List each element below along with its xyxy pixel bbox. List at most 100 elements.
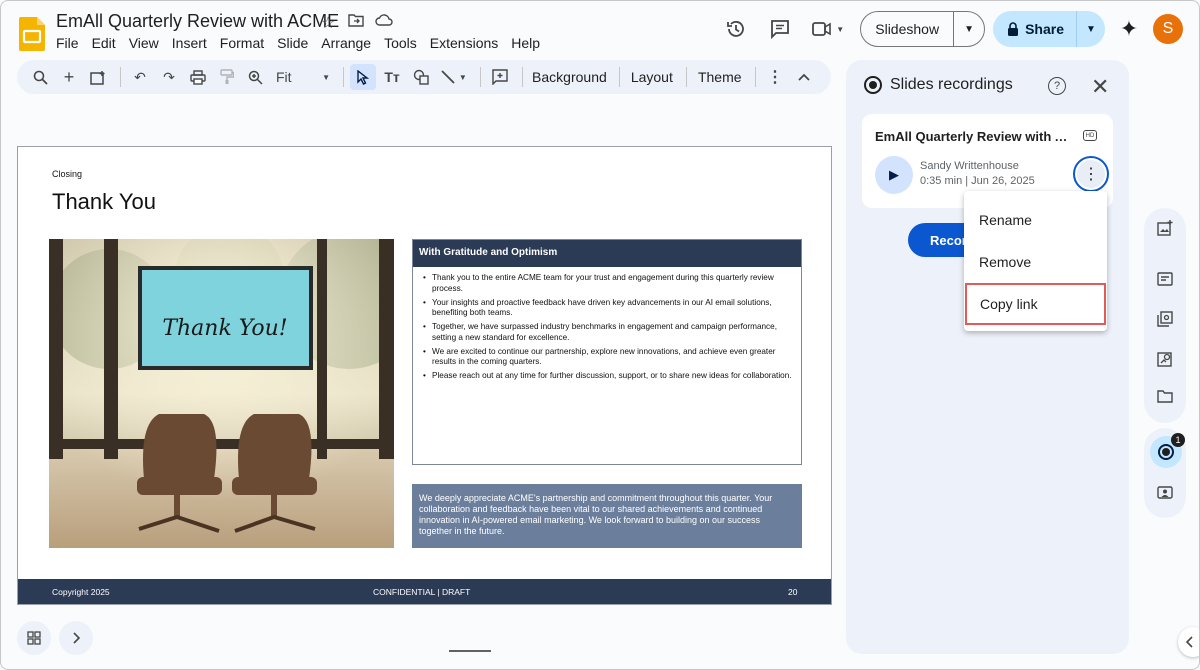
toolbar-divider bbox=[755, 67, 757, 87]
toolbar-divider bbox=[686, 67, 688, 87]
background-button[interactable]: Background bbox=[529, 64, 611, 90]
line-icon[interactable]: ▼ bbox=[437, 64, 471, 90]
avatar[interactable]: S bbox=[1153, 14, 1183, 44]
toolbar-divider bbox=[521, 67, 523, 87]
appreciation-note[interactable]: We deeply appreciate ACME's partnership … bbox=[412, 484, 802, 548]
chevron-down-icon: ▼ bbox=[458, 72, 467, 82]
gemini-sparkle-icon[interactable]: ✦ bbox=[1109, 11, 1149, 47]
menu-arrange[interactable]: Arrange bbox=[321, 35, 378, 51]
zoom-value: Fit bbox=[275, 69, 292, 85]
toolbar: + ↶ ↷ Fit ▼ Tт ▼ Background Layout Theme… bbox=[17, 60, 831, 94]
new-slide-layout-icon[interactable] bbox=[85, 64, 111, 90]
toolbar-divider bbox=[619, 67, 621, 87]
recording-author: Sandy Writtenhouse bbox=[920, 160, 1019, 172]
recording-title: EmAll Quarterly Review with ACME bbox=[875, 129, 1075, 144]
menu-help[interactable]: Help bbox=[511, 35, 547, 51]
expand-filmstrip-chevron-right-icon[interactable] bbox=[59, 621, 93, 655]
slide-layout-icon[interactable] bbox=[1147, 261, 1183, 297]
record-icon bbox=[864, 76, 882, 94]
more-options-icon[interactable]: ⋮ bbox=[762, 64, 788, 90]
footer-confidential: CONFIDENTIAL | DRAFT bbox=[373, 587, 471, 597]
camera-record-icon[interactable] bbox=[1147, 474, 1183, 510]
slide-canvas[interactable]: Closing Thank You Thank You! With Gratit… bbox=[17, 146, 832, 605]
play-icon[interactable]: ▶ bbox=[875, 156, 913, 194]
bullet-item: We are excited to continue our partnersh… bbox=[423, 347, 793, 368]
menu-item-copy-link[interactable]: Copy link bbox=[965, 283, 1106, 325]
menu-file[interactable]: File bbox=[56, 35, 86, 51]
toolbar-divider bbox=[343, 67, 345, 87]
menu-item-remove[interactable]: Remove bbox=[964, 241, 1107, 283]
menu-insert[interactable]: Insert bbox=[172, 35, 214, 51]
layout-button[interactable]: Layout bbox=[626, 64, 677, 90]
cloud-saved-icon[interactable] bbox=[375, 13, 393, 33]
paint-format-icon[interactable] bbox=[214, 64, 240, 90]
office-chairs-image: Thank You! bbox=[49, 239, 394, 548]
version-history-icon[interactable] bbox=[718, 11, 754, 47]
share-main[interactable]: Share bbox=[993, 11, 1077, 47]
slides-logo-icon[interactable] bbox=[19, 17, 45, 51]
undo-icon[interactable]: ↶ bbox=[127, 64, 153, 90]
slide-section-label[interactable]: Closing bbox=[52, 169, 82, 179]
menu-item-rename[interactable]: Rename bbox=[964, 199, 1107, 241]
menu-tools[interactable]: Tools bbox=[384, 35, 424, 51]
close-icon[interactable]: ✕ bbox=[1091, 74, 1109, 100]
move-folder-icon[interactable] bbox=[347, 13, 365, 33]
recordings-count-badge: 1 bbox=[1171, 433, 1185, 447]
shape-icon[interactable] bbox=[408, 64, 434, 90]
slide-title[interactable]: Thank You bbox=[52, 189, 156, 215]
lock-icon bbox=[1008, 22, 1019, 36]
comments-icon[interactable] bbox=[762, 11, 798, 47]
share-button[interactable]: Share ▼ bbox=[993, 11, 1105, 47]
menu-format[interactable]: Format bbox=[220, 35, 271, 51]
header-actions: ▼ Slideshow ▼ Share ▼ ✦ S bbox=[718, 11, 1183, 47]
record-icon bbox=[1158, 444, 1174, 460]
panel-title: Slides recordings bbox=[890, 76, 1013, 93]
recordings-panel: Slides recordings ? ✕ EmAll Quarterly Re… bbox=[846, 60, 1129, 654]
print-icon[interactable] bbox=[185, 64, 211, 90]
recording-more-options-icon[interactable]: ⋮ bbox=[1073, 156, 1109, 192]
grid-view-icon[interactable] bbox=[17, 621, 51, 655]
bullet-item: Thank you to the entire ACME team for yo… bbox=[423, 273, 793, 294]
share-label: Share bbox=[1025, 21, 1064, 37]
select-cursor-icon[interactable] bbox=[350, 64, 377, 90]
slideshow-button[interactable]: Slideshow ▼ bbox=[860, 11, 986, 47]
insert-comment-icon[interactable] bbox=[487, 64, 513, 90]
menu-bar: File Edit View Insert Format Slide Arran… bbox=[56, 35, 553, 51]
text-box-icon[interactable]: Tт bbox=[379, 64, 405, 90]
toolbar-divider bbox=[120, 67, 121, 87]
zoom-select[interactable]: Fit ▼ bbox=[272, 64, 334, 90]
title-icons: ☆ bbox=[319, 13, 393, 33]
search-icon[interactable] bbox=[27, 64, 53, 90]
menu-view[interactable]: View bbox=[129, 35, 166, 51]
slide-photo[interactable]: Thank You! bbox=[49, 239, 394, 548]
gratitude-bullets: Thank you to the entire ACME team for yo… bbox=[413, 267, 801, 382]
redo-icon[interactable]: ↷ bbox=[156, 64, 182, 90]
meet-video-icon[interactable]: ▼ bbox=[806, 11, 850, 47]
zoom-icon[interactable] bbox=[243, 64, 269, 90]
meet-dropdown-icon[interactable]: ▼ bbox=[836, 25, 844, 34]
menu-slide[interactable]: Slide bbox=[277, 35, 315, 51]
slideshow-dropdown-icon[interactable]: ▼ bbox=[954, 12, 984, 46]
star-icon[interactable]: ☆ bbox=[319, 13, 337, 33]
theme-button[interactable]: Theme bbox=[693, 64, 746, 90]
bullet-item: Together, we have surpassed industry ben… bbox=[423, 322, 793, 343]
menu-extensions[interactable]: Extensions bbox=[430, 35, 505, 51]
share-dropdown-icon[interactable]: ▼ bbox=[1077, 11, 1105, 47]
help-icon[interactable]: ? bbox=[1048, 77, 1066, 95]
gratitude-box[interactable]: With Gratitude and Optimism Thank you to… bbox=[412, 239, 802, 465]
app-window: EmAll Quarterly Review with ACME ☆ File … bbox=[0, 0, 1200, 670]
collapse-panel-chevron-left-icon[interactable] bbox=[1178, 627, 1199, 657]
folder-icon[interactable] bbox=[1147, 378, 1183, 414]
collapse-toolbar-chevron-up-icon[interactable] bbox=[791, 64, 817, 90]
screen-text: Thank You! bbox=[162, 316, 287, 341]
document-title[interactable]: EmAll Quarterly Review with ACME bbox=[56, 11, 339, 32]
new-slide-plus-icon[interactable]: + bbox=[56, 64, 82, 90]
footer-page-number: 20 bbox=[788, 587, 798, 597]
menu-edit[interactable]: Edit bbox=[92, 35, 123, 51]
recording-context-menu: Rename Remove Copy link bbox=[964, 191, 1107, 331]
media-library-icon[interactable] bbox=[1147, 301, 1183, 337]
speaker-notes-drag-handle[interactable] bbox=[449, 650, 491, 652]
image-search-icon[interactable] bbox=[1147, 341, 1183, 377]
insert-image-icon[interactable] bbox=[1147, 210, 1183, 246]
slideshow-label[interactable]: Slideshow bbox=[861, 12, 955, 46]
